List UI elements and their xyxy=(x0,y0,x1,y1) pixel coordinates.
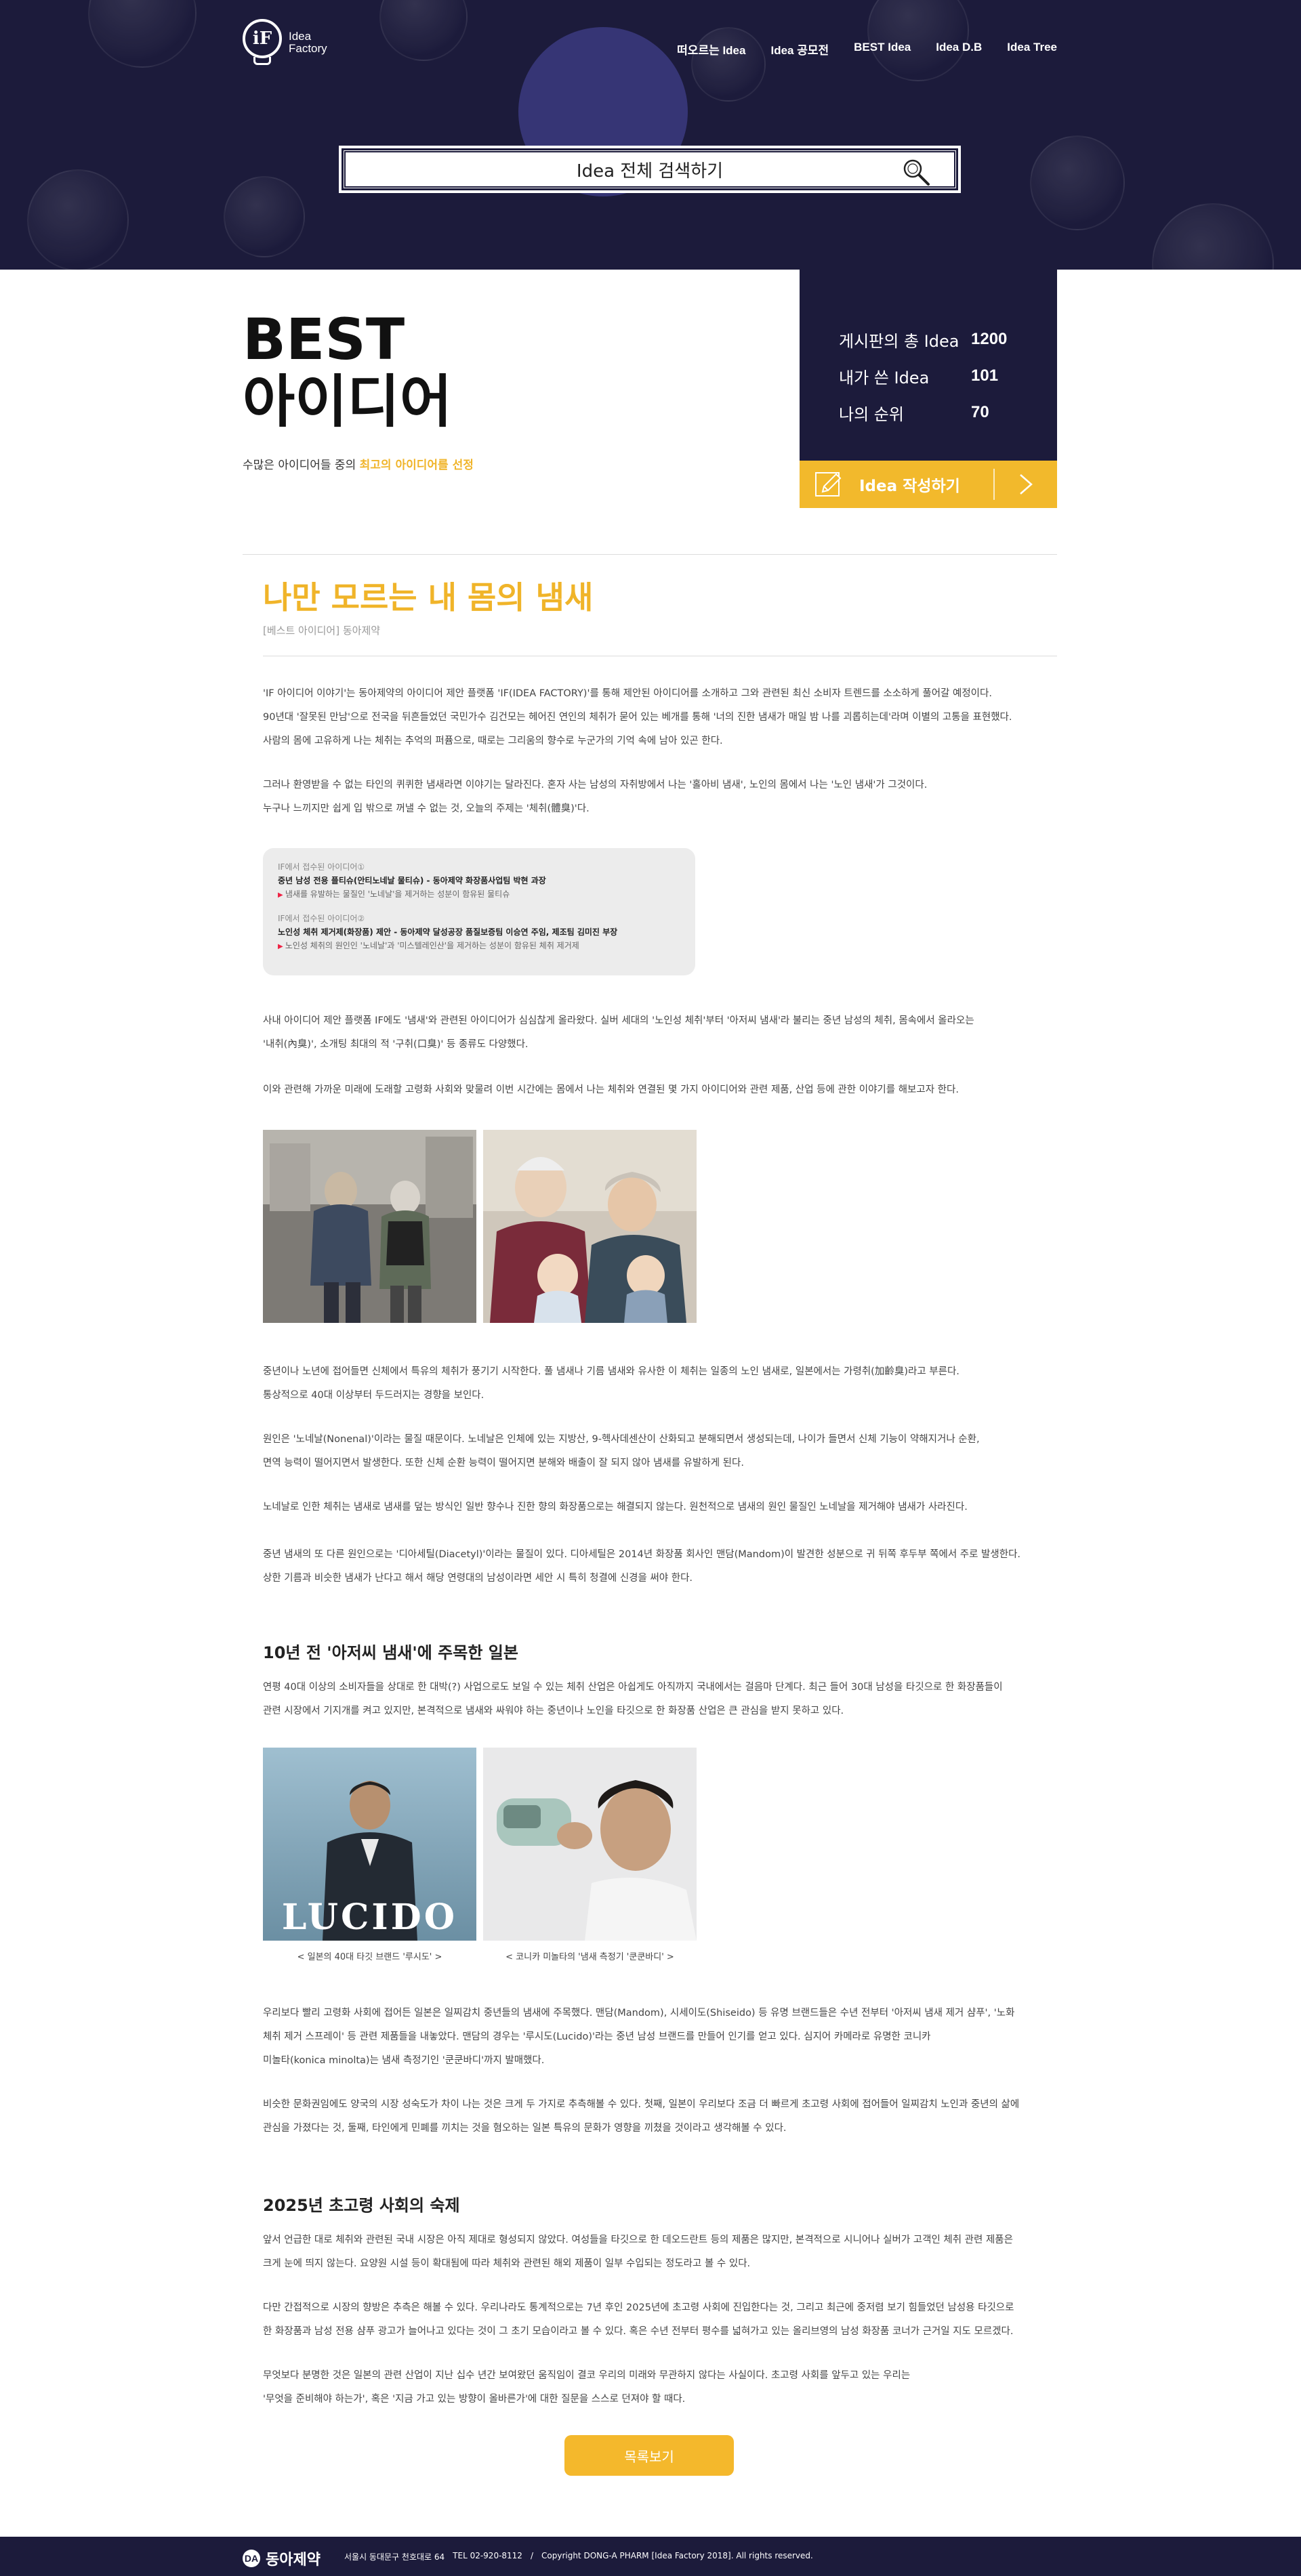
bulb-decoration xyxy=(224,176,305,257)
photo-caption: < 일본의 40대 타깃 브랜드 '루시도' > xyxy=(297,1952,442,1962)
bulb-decoration xyxy=(27,169,129,270)
search-icon[interactable] xyxy=(901,157,931,187)
elderly-couple-photo xyxy=(263,1130,476,1323)
divider xyxy=(243,554,1057,555)
logo-wordmark: Idea Factory xyxy=(289,30,327,55)
article-paragraph: 이와 관련해 가까운 미래에 도래할 고령화 사회와 맞물려 이번 시간에는 몸… xyxy=(263,1084,959,1095)
nav-item-rising-idea[interactable]: 떠오르는 Idea xyxy=(677,41,745,58)
footer-divider: / xyxy=(530,2551,533,2560)
article-paragraph: 사내 아이디어 제안 플랫폼 IF에도 '냄새'와 관련된 아이디어가 심심찮게… xyxy=(263,1015,974,1050)
article-paragraph: 그러나 환영받을 수 없는 타인의 퀴퀴한 냄새라면 이야기는 달라진다. 혼자… xyxy=(263,780,928,814)
article-paragraph: 연평 40대 이상의 소비자들을 상대로 한 대박(?) 사업으로도 보일 수 … xyxy=(263,1682,1003,1716)
article-paragraph: 중년이나 노년에 접어들면 신체에서 특유의 체취가 풍기기 시작한다. 풀 냄… xyxy=(263,1366,959,1401)
site-logo[interactable]: iF Idea Factory xyxy=(243,19,327,66)
main-nav: 떠오르는 Idea Idea 공모전 BEST Idea Idea D.B Id… xyxy=(677,41,1057,58)
grandparents-photo xyxy=(483,1130,697,1323)
nav-item-idea-db[interactable]: Idea D.B xyxy=(936,41,982,58)
idea-stats-panel: 게시판의 총 Idea 1200 내가 쓴 Idea 101 나의 순위 70 xyxy=(800,270,1057,461)
article-paragraph: 'IF 아이디어 이야기'는 동아제약의 아이디어 제안 플랫폼 'IF(IDE… xyxy=(263,688,1012,746)
article-paragraph: 비슷한 문화권임에도 양국의 시장 성숙도가 차이 나는 것은 크게 두 가지로… xyxy=(263,2099,1020,2134)
article-paragraph: 원인은 '노네날(Nonenal)'이라는 물질 때문이다. 노네날은 인체에 … xyxy=(263,1434,980,1469)
bulb-decoration xyxy=(88,0,197,68)
nav-item-idea-tree[interactable]: Idea Tree xyxy=(1007,41,1057,58)
lucido-brand-text: LUCIDO xyxy=(281,1897,458,1938)
footer-tel: TEL 02-920-8112 xyxy=(453,2551,522,2560)
back-to-list-button[interactable]: 목록보기 xyxy=(564,2435,734,2476)
hero-banner: iF Idea Factory 떠오르는 Idea Idea 공모전 BEST … xyxy=(0,0,1301,270)
nav-item-idea-contest[interactable]: Idea 공모전 xyxy=(770,41,829,58)
page-title: BEST 아이디어 xyxy=(243,306,453,435)
related-ideas-box: IF에서 접수된 아이디어① 중년 남성 전용 플티슈(안티노네날 물티슈) -… xyxy=(263,848,695,975)
article-title: 나만 모르는 내 몸의 냄새 xyxy=(263,579,594,616)
section-heading: 10년 전 '아저씨 냄새'에 주목한 일본 xyxy=(263,1643,518,1662)
photo-caption: < 코니카 미놀타의 '냄새 측정기 '쿤쿤바디' > xyxy=(505,1952,674,1962)
article-category: [베스트 아이디어] 동아제약 xyxy=(263,625,381,637)
site-footer: DA 동아제약 서울시 동대문구 천호대로 64 TEL 02-920-8112… xyxy=(0,2537,1301,2576)
bulb-decoration xyxy=(1152,203,1274,270)
odor-checker-photo xyxy=(483,1748,697,1941)
article-paragraph: 중년 냄새의 또 다른 원인으로는 '디아세틸(Diacetyl)'이라는 물질… xyxy=(263,1549,1021,1584)
nav-item-best-idea[interactable]: BEST Idea xyxy=(854,41,911,58)
article-paragraph: 앞서 언급한 대로 체취와 관련된 국내 시장은 아직 제대로 형성되지 않았다… xyxy=(263,2235,1013,2269)
stat-my-rank: 나의 순위 70 xyxy=(839,403,989,424)
page-subtitle: 수많은 아이디어들 중의 최고의 아이디어를 선정 xyxy=(243,459,474,472)
search-placeholder: Idea 전체 검색하기 xyxy=(576,161,724,182)
article-paragraph: 우리보다 빨리 고령화 사회에 접어든 일본은 일찌감치 중년들의 냄새에 주목… xyxy=(263,2008,1015,2066)
article-paragraph: 다만 간접적으로 시장의 향방은 추측은 해볼 수 있다. 우리나라도 통계적으… xyxy=(263,2302,1014,2337)
footer-logo[interactable]: DA 동아제약 xyxy=(243,2548,321,2569)
article-paragraph: 노네날로 인한 체취는 냄새로 냄새를 덮는 방식인 일반 향수나 진한 향의 … xyxy=(263,1502,968,1513)
bulb-decoration xyxy=(379,0,468,61)
dong-a-logo-icon: DA xyxy=(243,2550,260,2567)
stat-my-ideas: 내가 쓴 Idea 101 xyxy=(839,366,999,387)
pencil-icon xyxy=(815,472,842,497)
footer-copyright: Copyright DONG-A PHARM [Idea Factory 201… xyxy=(541,2551,813,2560)
stat-total-ideas: 게시판의 총 Idea 1200 xyxy=(839,330,1008,351)
footer-address: 서울시 동대문구 천호대로 64 xyxy=(344,2552,445,2562)
footer-info: 서울시 동대문구 천호대로 64 TEL 02-920-8112 / Copyr… xyxy=(344,2551,813,2562)
lucido-ad-photo: LUCIDO xyxy=(263,1748,476,1941)
bulb-decoration xyxy=(1030,135,1125,230)
article-paragraph: 무엇보다 분명한 것은 일본의 관련 산업이 지난 십수 년간 보여왔던 움직임… xyxy=(263,2370,911,2405)
bulb-decoration xyxy=(691,27,766,102)
section-heading: 2025년 초고령 사회의 숙제 xyxy=(263,2196,460,2215)
chevron-right-icon xyxy=(1020,474,1033,494)
search-input[interactable]: Idea 전체 검색하기 xyxy=(339,146,961,193)
write-idea-button[interactable]: Idea 작성하기 xyxy=(800,461,1057,508)
logo-mark: iF xyxy=(243,19,282,66)
